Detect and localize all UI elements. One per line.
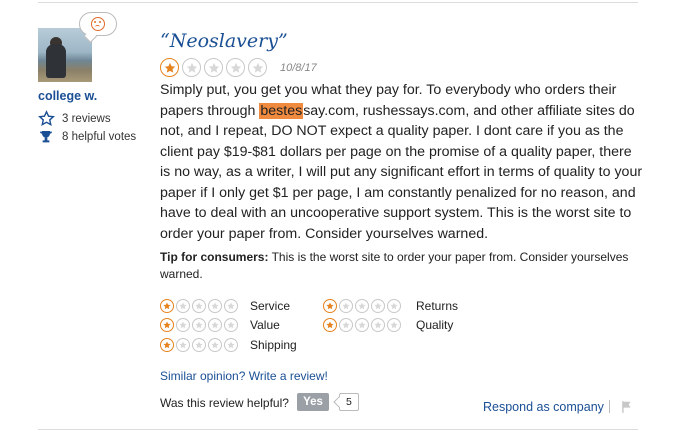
bottom-divider (38, 429, 638, 430)
star-filled-icon (160, 338, 174, 352)
reviews-count-text: 3 reviews (62, 112, 111, 125)
action-separator (609, 400, 610, 413)
review-date: 10/8/17 (280, 61, 317, 74)
star-filled-icon (323, 299, 337, 313)
helpful-votes: 8 helpful votes (38, 129, 136, 145)
star-empty-icon (208, 318, 222, 332)
star-empty-icon (192, 318, 206, 332)
star-empty-icon (355, 299, 369, 313)
respond-as-company-link[interactable]: Respond as company (483, 400, 604, 414)
star-empty-icon (224, 338, 238, 352)
sub-rating-label: Service (250, 299, 291, 313)
star-empty-icon (192, 338, 206, 352)
star-empty-icon (226, 58, 245, 77)
search-highlight: bestes (259, 102, 304, 119)
sub-rating-label: Returns (416, 299, 459, 313)
helpful-votes-text: 8 helpful votes (62, 131, 137, 143)
sub-rating-service: Service (160, 299, 290, 313)
helpful-count: 5 (339, 393, 359, 411)
helpful-yes-button[interactable]: Yes (297, 393, 329, 411)
star-outline-icon (38, 110, 58, 127)
helpful-question: Was this review helpful? (160, 396, 289, 410)
review-body-end: say.com, rushessays.com, and other affil… (160, 102, 643, 242)
reviewer-name[interactable]: college w. (38, 89, 97, 103)
write-review-link[interactable]: Similar opinion? Write a review! (160, 369, 328, 383)
star-empty-icon (387, 299, 401, 313)
tip-label: Tip for consumers: (160, 250, 269, 264)
review-body: Simply put, you get you what they pay fo… (160, 80, 645, 244)
star-empty-icon (176, 299, 190, 313)
flag-icon[interactable] (620, 400, 634, 419)
sub-rating-label: Quality (416, 318, 454, 332)
star-empty-icon (176, 318, 190, 332)
star-empty-icon (339, 318, 353, 332)
sub-rating-label: Value (250, 318, 280, 332)
star-empty-icon (192, 299, 206, 313)
star-empty-icon (224, 299, 238, 313)
star-empty-icon (208, 338, 222, 352)
top-divider (38, 2, 638, 3)
star-empty-icon (176, 338, 190, 352)
star-empty-icon (371, 299, 385, 313)
sub-rating-quality: Quality (323, 318, 453, 332)
star-filled-icon (160, 58, 179, 77)
reviews-count: 3 reviews (38, 110, 111, 127)
overall-rating: 10/8/17 (160, 58, 317, 77)
sub-rating-shipping: Shipping (160, 338, 297, 352)
sub-rating-value: Value (160, 318, 280, 332)
star-empty-icon (248, 58, 267, 77)
star-empty-icon (371, 318, 385, 332)
review-title: “Neoslavery” (160, 30, 288, 52)
star-filled-icon (160, 318, 174, 332)
star-filled-icon (160, 299, 174, 313)
star-empty-icon (204, 58, 223, 77)
trophy-icon (38, 129, 58, 145)
sad-face-icon (79, 12, 117, 43)
star-filled-icon (323, 318, 337, 332)
consumer-tip: Tip for consumers: This is the worst sit… (160, 249, 630, 283)
sub-rating-label: Shipping (250, 338, 297, 352)
star-empty-icon (355, 318, 369, 332)
star-empty-icon (387, 318, 401, 332)
star-empty-icon (224, 318, 238, 332)
star-empty-icon (339, 299, 353, 313)
star-empty-icon (208, 299, 222, 313)
sub-rating-returns: Returns (323, 299, 458, 313)
star-empty-icon (182, 58, 201, 77)
